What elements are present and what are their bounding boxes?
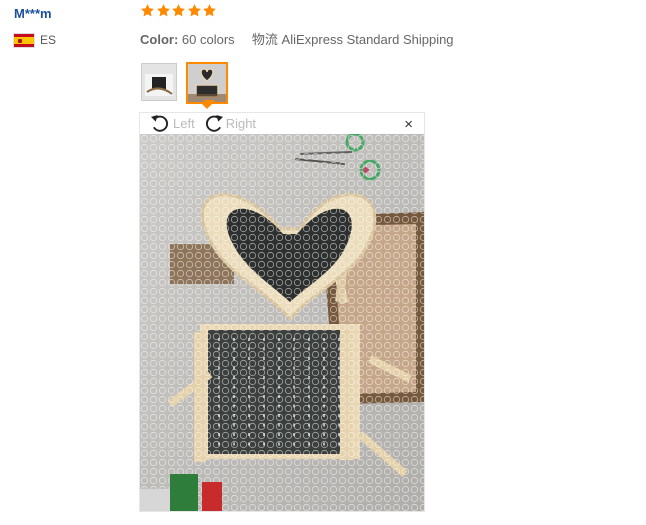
rotate-right-label: Right	[225, 116, 257, 131]
order-info: Color: 60 colors 物流 AliExpress Standard …	[140, 29, 454, 48]
star-icon	[187, 3, 202, 18]
close-icon[interactable]: ×	[404, 116, 413, 133]
rotate-left-label: Left	[173, 116, 195, 131]
star-icon	[171, 3, 186, 18]
color-value: 60 colors	[181, 32, 235, 47]
review-photo-large	[140, 134, 424, 511]
selected-thumbnail-pointer	[201, 103, 213, 109]
color-label: Color:	[140, 32, 179, 47]
rotate-left-icon	[151, 114, 169, 132]
rotate-right-icon	[205, 114, 223, 132]
spain-flag-icon	[14, 33, 34, 47]
reviewer-country: ES	[14, 33, 56, 47]
shipping-label: 物流	[251, 32, 278, 47]
star-icon	[202, 3, 217, 18]
star-icon	[140, 3, 155, 18]
rotate-left-button[interactable]: Left	[150, 114, 195, 133]
shipping-value: AliExpress Standard Shipping	[281, 32, 454, 47]
review-photo-thumbnail-1[interactable]	[141, 63, 177, 101]
country-code: ES	[40, 33, 57, 47]
rotate-right-button[interactable]: Right	[203, 114, 256, 133]
star-icon	[156, 3, 171, 18]
reviewer-name: M***m	[14, 6, 52, 21]
photo-viewer: Left Right ×	[139, 112, 425, 512]
star-rating	[140, 3, 218, 18]
review-photo-thumbnail-2[interactable]	[186, 62, 228, 104]
viewer-toolbar: Left Right ×	[140, 113, 424, 134]
